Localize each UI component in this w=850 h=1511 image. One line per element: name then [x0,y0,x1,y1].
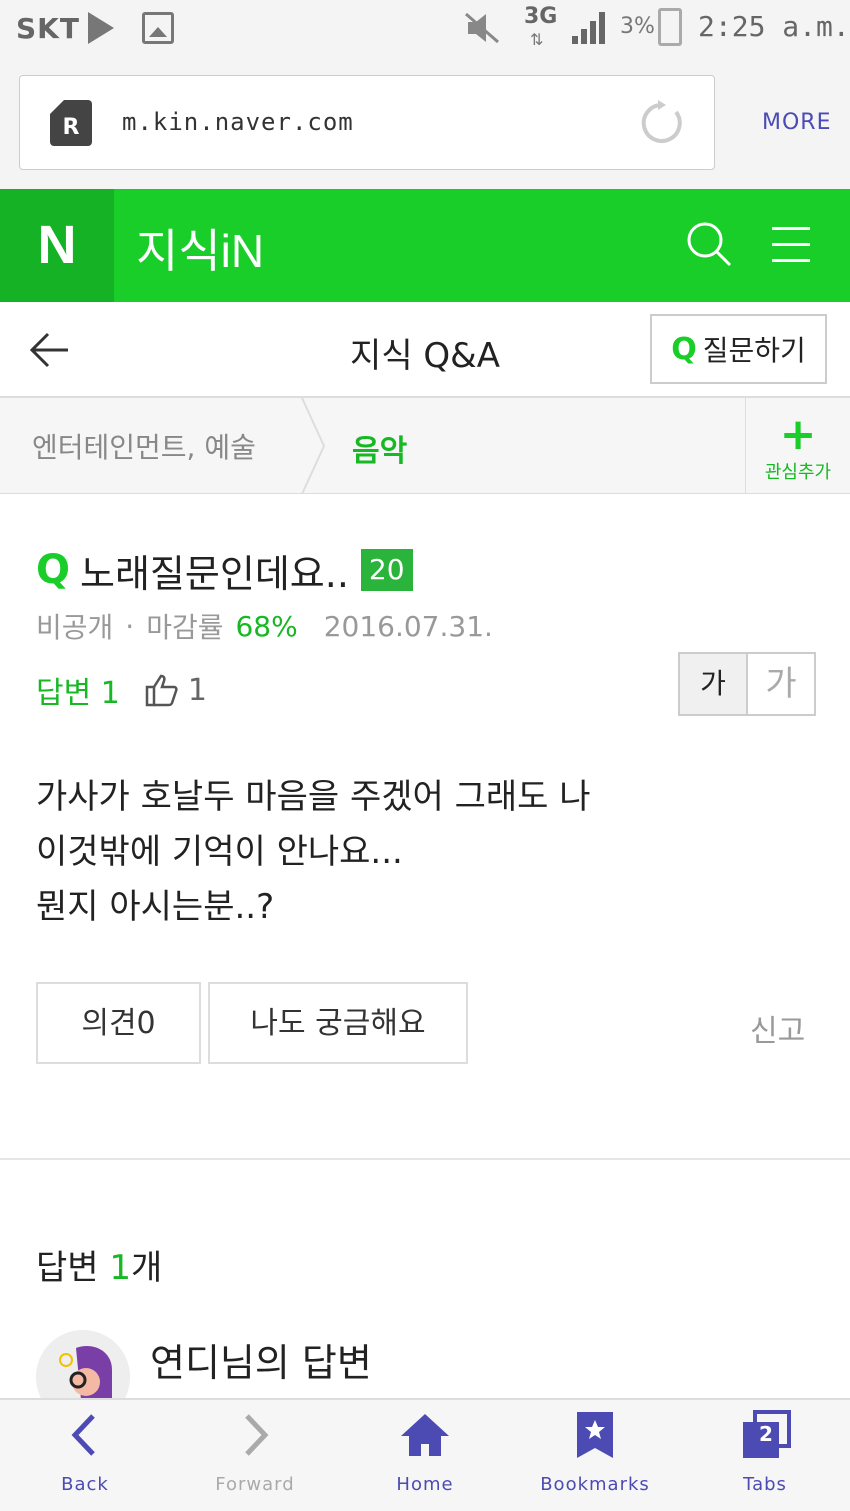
play-icon [88,12,114,44]
category-breadcrumb: 엔터테인먼트, 예술 음악 + 관심추가 [0,398,850,494]
section-divider [0,1158,850,1160]
status-bar: SKT 3G ⇅ 3% 2:25 a.m. [0,0,850,58]
battery-percent: 3% [620,14,655,39]
tab-count-badge: 2 [759,1422,773,1446]
font-size-toggle: 가 가 [678,652,816,716]
address-bar[interactable]: R m.kin.naver.com [19,75,715,170]
question-title: 노래질문인데요.. [80,551,349,596]
clock: 2:25 a.m. [698,10,850,43]
answers-heading: 답변 1개 [36,1240,162,1289]
mute-icon [465,12,499,44]
font-size-large-button[interactable]: 가 [748,654,814,714]
more-button[interactable]: MORE [762,110,831,135]
points-badge: 20 [360,549,413,591]
answers-heading-prefix: 답변 [36,1248,110,1288]
bookmarks-label: Bookmarks [540,1474,650,1495]
ask-question-button[interactable]: Q 질문하기 [650,314,827,384]
home-button[interactable]: Home [340,1400,510,1511]
answers-heading-count: 1 [109,1248,132,1288]
forward-label: Forward [215,1474,295,1495]
report-button[interactable]: 신고 [750,1006,805,1050]
question-body: 가사가 호날두 마음을 주겠어 그래도 나 이것밖에 기억이 안나요... 뭔지… [36,777,591,927]
close-rate-label: 마감률 [146,611,224,644]
data-arrows-icon: ⇅ [530,30,544,49]
me-too-curious-button[interactable]: 나도 궁금해요 [208,982,468,1064]
url-text[interactable]: m.kin.naver.com [122,108,354,136]
back-button[interactable]: Back [0,1400,170,1511]
browser-bottom-toolbar: Back Forward Home Bookmarks 2 Tabs [0,1398,850,1511]
home-icon [401,1414,449,1456]
category-current-link[interactable]: 음악 [352,426,407,470]
close-rate-value: 68% [235,609,298,643]
gallery-icon [142,12,174,44]
question-date: 2016.07.31. [323,609,493,643]
site-header: N 지식iN [0,189,850,302]
meta-dot: · [125,609,135,643]
question-title-row: Q 노래질문인데요.. 20 [36,545,413,596]
bookmark-star-icon [577,1412,613,1458]
opinion-button[interactable]: 의견0 [36,982,201,1064]
forward-button[interactable]: Forward [170,1400,340,1511]
tabs-button[interactable]: 2 Tabs [680,1400,850,1511]
tabs-label: Tabs [743,1474,787,1495]
add-favorite-button[interactable]: + 관심추가 [745,398,850,494]
page-header: 지식 Q&A Q 질문하기 [0,302,850,398]
q-icon: Q [671,331,697,367]
visibility-label: 비공개 [36,611,114,644]
answerer-name[interactable]: 연디님의 답변 [150,1332,372,1387]
chevron-right-icon [245,1414,269,1456]
question-meta: 비공개 · 마감률 68% 2016.07.31. [36,606,493,646]
reload-icon[interactable] [636,98,686,148]
answers-heading-suffix: 개 [131,1248,163,1288]
reader-mode-icon[interactable]: R [50,100,92,146]
search-icon[interactable] [686,221,732,267]
category-parent-link[interactable]: 엔터테인먼트, 예술 [32,426,256,466]
add-favorite-label: 관심추가 [764,462,832,483]
font-size-small-button[interactable]: 가 [680,654,748,714]
question-stats: 답변 1 1 [36,668,207,712]
battery-icon [658,8,682,46]
naver-logo[interactable]: N [0,189,114,302]
browser-toolbar: R m.kin.naver.com MORE [0,58,850,189]
like-count: 1 [187,672,207,708]
chevron-left-icon [71,1414,95,1456]
ask-question-label: 질문하기 [702,334,806,367]
plus-icon: + [779,409,817,460]
answer-count-link[interactable]: 답변 1 [36,668,120,712]
menu-icon[interactable] [772,227,810,263]
carrier-label: SKT [16,12,80,45]
back-label: Back [61,1474,109,1495]
thumbs-up-icon[interactable] [144,672,180,708]
question-mark-icon: Q [36,547,71,593]
answer-item: 연디님의 답변 [36,1330,816,1424]
site-title[interactable]: 지식iN [136,215,264,281]
breadcrumb-separator-icon [301,398,326,494]
home-label: Home [396,1474,454,1495]
signal-icon [572,12,605,44]
bookmarks-button[interactable]: Bookmarks [510,1400,680,1511]
network-type: 3G [524,4,558,29]
